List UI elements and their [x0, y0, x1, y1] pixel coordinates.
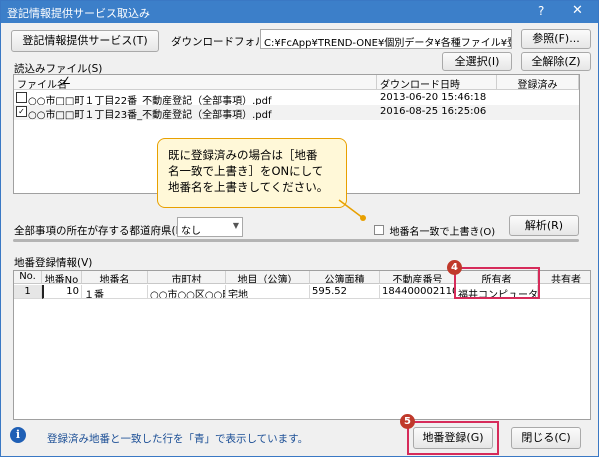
file-row-datetime: 2016-08-25 16:25:06: [380, 106, 487, 117]
register-lot-button[interactable]: 地番登録(G): [413, 427, 493, 449]
table-cell-no: 1: [14, 285, 42, 299]
table-cell-property-number[interactable]: 1844000021101: [380, 285, 456, 299]
overwrite-checkbox-box[interactable]: [374, 225, 384, 235]
sort-indicator-icon: ∠: [62, 76, 71, 87]
overwrite-checkbox[interactable]: 地番名一致で上書き(O): [374, 223, 495, 238]
column-header-lot-no[interactable]: 地番No: [42, 271, 82, 284]
divider: [13, 239, 579, 242]
column-header-area[interactable]: 公簿面積: [310, 271, 380, 284]
file-row-name: ○○市□□町１丁目23番_不動産登記（全部事項）.pdf: [28, 110, 272, 121]
title-bar: 登記情報提供サービス取込み ? ✕: [1, 1, 598, 23]
download-folder-field[interactable]: C:¥FcApp¥TREND-ONE¥個別データ¥各種ファイル¥登記情報サ-: [260, 29, 512, 49]
file-row-checkbox[interactable]: [16, 92, 27, 103]
tooltip-callout: 既に登録済みの場合は［地番 名一致で上書き］をONにして 地番名を上書きしてくだ…: [157, 138, 347, 208]
prefecture-select-value: なし: [181, 226, 201, 237]
table-cell-area[interactable]: 595.52: [310, 285, 380, 299]
callout-pointer: [338, 199, 366, 221]
clear-all-button[interactable]: 全解除(Z): [521, 52, 591, 71]
column-header-filename[interactable]: ファイル名 ∠: [14, 75, 377, 91]
help-icon[interactable]: ?: [538, 4, 544, 18]
column-header-registered[interactable]: 登録済み: [497, 75, 579, 91]
service-button[interactable]: 登記情報提供サービス(T): [11, 30, 159, 52]
close-button[interactable]: 閉じる(C): [511, 427, 581, 449]
column-header-no[interactable]: No.: [14, 271, 42, 284]
column-header-municipality[interactable]: 市町村: [148, 271, 226, 284]
column-header-property-number[interactable]: 不動産番号: [380, 271, 456, 284]
dialog-window: 登記情報提供サービス取込み ? ✕ 登記情報提供サービス(T) ダウンロードフォ…: [0, 0, 599, 457]
table-cell-co-owner[interactable]: [538, 285, 590, 299]
file-row-checkbox[interactable]: ✓: [16, 106, 27, 117]
column-header-land-category[interactable]: 地目（公簿）: [226, 271, 310, 284]
close-icon[interactable]: ✕: [572, 3, 583, 18]
table-cell-municipality[interactable]: ○○市○○区○○町: [148, 285, 226, 299]
table-cell-lot-name[interactable]: １番: [82, 285, 148, 299]
file-row[interactable]: ○○市□□町１丁目22番_不動産登記（全部事項）.pdf 2013-06-20 …: [14, 91, 579, 107]
step-badge-register: 5: [400, 414, 415, 429]
select-all-button[interactable]: 全選択(I): [442, 52, 512, 71]
analyze-button[interactable]: 解析(R): [509, 215, 579, 236]
table-cell-land-category[interactable]: 宅地: [226, 285, 310, 299]
column-header-co-owner[interactable]: 共有者: [538, 271, 590, 284]
overwrite-label: 地番名一致で上書き(O): [389, 227, 496, 238]
window-title: 登記情報提供サービス取込み: [7, 7, 150, 20]
file-row[interactable]: ✓ ○○市□□町１丁目23番_不動産登記（全部事項）.pdf 2016-08-2…: [14, 105, 579, 121]
table-cell-lot-no[interactable]: 10: [42, 285, 82, 299]
prefecture-label: 全部事項の所在が存する都道府県(P): [14, 225, 187, 237]
browse-button[interactable]: 参照(F)...: [521, 29, 591, 49]
file-row-datetime: 2013-06-20 15:46:18: [380, 92, 487, 103]
chevron-down-icon: ▼: [232, 221, 239, 230]
column-header-lot-name[interactable]: 地番名: [82, 271, 148, 284]
info-message: 登録済み地番と一致した行を「青」で表示しています。: [47, 433, 309, 445]
prefecture-select[interactable]: なし ▼: [177, 217, 243, 237]
step-badge-owner: 4: [447, 260, 462, 275]
info-icon: i: [10, 427, 26, 443]
owner-highlight-box: [454, 267, 540, 299]
column-header-download-datetime[interactable]: ダウンロード日時: [377, 75, 497, 91]
land-info-label: 地番登録情報(V): [14, 257, 93, 269]
